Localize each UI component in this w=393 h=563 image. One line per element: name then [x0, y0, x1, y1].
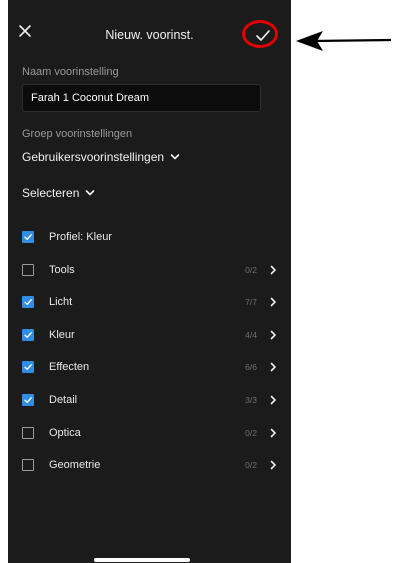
setting-count: 4/4 [245, 329, 257, 340]
setting-label: Optica [49, 426, 81, 439]
checkmark-icon [24, 234, 32, 241]
checkmark-icon [24, 299, 32, 306]
select-label: Selecteren [22, 186, 80, 200]
checkbox-checked[interactable] [22, 231, 34, 243]
chevron-right-icon[interactable] [269, 265, 277, 275]
setting-count: 0/2 [245, 460, 257, 471]
confirm-button[interactable] [248, 24, 278, 46]
home-indicator [94, 558, 190, 562]
setting-row[interactable]: Detail 3/3 [22, 389, 277, 411]
chevron-right-icon[interactable] [269, 330, 277, 340]
checkmark-icon [256, 30, 270, 41]
setting-row[interactable]: Kleur 4/4 [22, 324, 277, 346]
checkmark-icon [24, 331, 32, 338]
chevron-right-icon[interactable] [269, 428, 277, 438]
checkbox-unchecked[interactable] [22, 459, 34, 472]
preset-name-input[interactable] [22, 84, 261, 112]
checkbox-unchecked[interactable] [22, 263, 34, 276]
setting-label: Licht [49, 296, 73, 309]
chevron-down-icon [170, 154, 180, 160]
checkmark-icon [24, 364, 32, 371]
setting-row[interactable]: Geometrie 0/2 [22, 454, 277, 476]
setting-row[interactable]: Licht 7/7 [22, 291, 277, 313]
chevron-down-icon [86, 190, 95, 196]
select-dropdown[interactable]: Selecteren [22, 186, 95, 200]
top-bar: Nieuw. voorinst. [8, 0, 291, 52]
setting-label: Geometrie [49, 459, 101, 472]
setting-row[interactable]: Effecten 6/6 [22, 356, 277, 378]
preset-group-dropdown[interactable]: Gebruikersvoorinstellingen [22, 150, 180, 164]
setting-row[interactable]: Profiel: Kleur [22, 226, 277, 248]
setting-label: Effecten [49, 361, 90, 374]
setting-count: 0/2 [245, 427, 257, 438]
preset-group-label: Groep voorinstellingen [22, 128, 133, 140]
chevron-right-icon[interactable] [269, 362, 277, 372]
arrow-icon [296, 31, 392, 51]
setting-count: 6/6 [245, 362, 257, 373]
setting-count: 7/7 [245, 297, 257, 308]
setting-count: 0/2 [245, 264, 257, 275]
checkbox-unchecked[interactable] [22, 426, 34, 439]
checkbox-checked[interactable] [22, 328, 34, 341]
checkbox-checked[interactable] [22, 394, 34, 406]
checkbox-checked[interactable] [22, 296, 34, 309]
preset-screen: Nieuw. voorinst. Naam voorinstelling Gro… [8, 0, 291, 563]
checkbox-checked[interactable] [22, 361, 34, 374]
chevron-right-icon[interactable] [269, 395, 277, 405]
chevron-right-icon[interactable] [269, 297, 277, 307]
setting-label: Tools [49, 263, 75, 276]
setting-label: Kleur [49, 328, 75, 341]
setting-row[interactable]: Optica 0/2 [22, 422, 277, 444]
preset-name-label: Naam voorinstelling [22, 66, 119, 78]
setting-label: Detail [49, 394, 78, 406]
setting-row[interactable]: Tools 0/2 [22, 259, 277, 281]
checkmark-icon [24, 397, 32, 404]
setting-label: Profiel: Kleur [49, 231, 112, 243]
preset-group-value: Gebruikersvoorinstellingen [22, 150, 165, 164]
chevron-right-icon[interactable] [269, 460, 277, 470]
setting-count: 3/3 [245, 395, 257, 405]
